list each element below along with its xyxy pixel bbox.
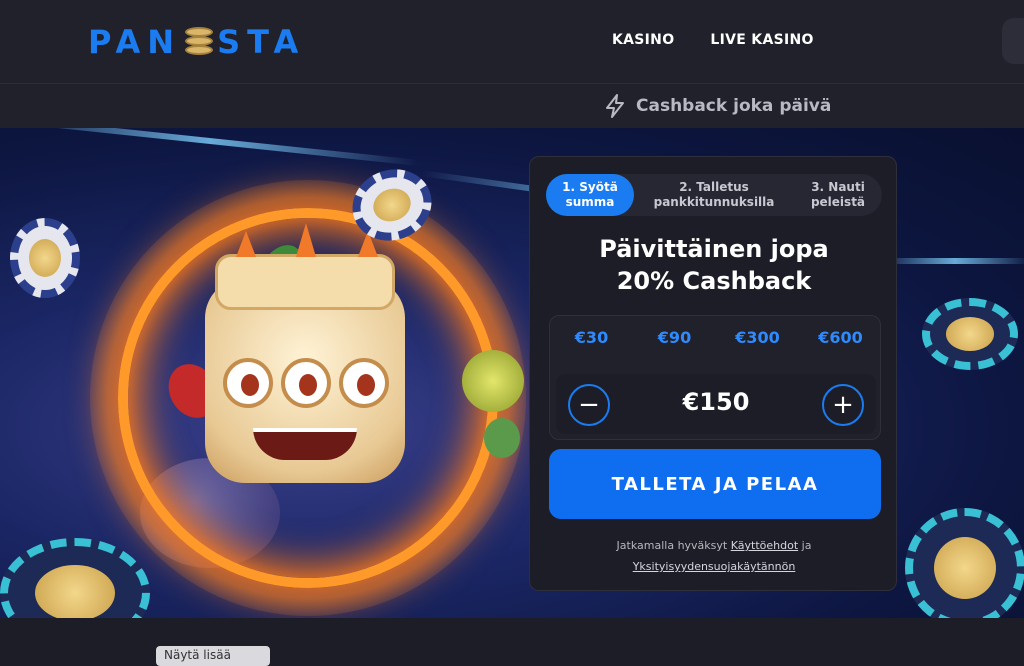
- step-enjoy-games[interactable]: 3. Nauti peleistä: [794, 174, 882, 216]
- privacy-policy-link[interactable]: Yksityisyydensuojakäytännön: [633, 560, 796, 573]
- terms-prefix: Jatkamalla hyväksyt: [616, 539, 728, 552]
- yellow-creature: [462, 350, 524, 412]
- lightning-icon: [606, 94, 624, 118]
- main-nav: KASINO LIVE KASINO: [612, 32, 814, 48]
- step-bank-deposit[interactable]: 2. Talletus pankkitunnuksilla: [634, 174, 794, 216]
- cashback-banner: Cashback joka päivä: [604, 94, 831, 118]
- card-title: Päivittäinen jopa 20% Cashback: [530, 233, 898, 297]
- terms-of-use-link[interactable]: Käyttöehdot: [731, 539, 798, 552]
- casino-chip: [0, 538, 150, 618]
- preset-600-button[interactable]: €600: [806, 328, 876, 347]
- show-more-button[interactable]: Näytä lisää: [156, 646, 270, 666]
- site-header: PAN STA KASINO LIVE KASINO: [0, 0, 1024, 84]
- promo-bar: Cashback joka päivä: [0, 84, 1024, 128]
- card-title-line2: 20% Cashback: [616, 267, 812, 295]
- deposit-card: 1. Syötä summa 2. Talletus pankkitunnuks…: [529, 156, 897, 591]
- coin-stack-icon: [185, 25, 214, 59]
- terms-text: Jatkamalla hyväksyt Käyttöehdot ja Yksit…: [530, 535, 898, 577]
- terms-and: ja: [801, 539, 812, 552]
- preset-90-button[interactable]: €90: [640, 328, 710, 347]
- header-action-button[interactable]: [1002, 18, 1024, 64]
- increase-amount-button[interactable]: +: [822, 384, 864, 426]
- nav-kasino[interactable]: KASINO: [612, 32, 674, 48]
- cashback-text: Cashback joka päivä: [636, 96, 832, 116]
- light-beam: [0, 128, 420, 166]
- card-title-line1: Päivittäinen jopa: [599, 235, 829, 263]
- small-green-creature: [484, 418, 520, 458]
- amount-selector: €30 €90 €300 €600 − €150 +: [549, 315, 881, 440]
- panosta-logo[interactable]: PAN STA: [88, 22, 305, 62]
- page-footer-area: Näytä lisää: [0, 618, 1024, 666]
- preset-300-button[interactable]: €300: [723, 328, 793, 347]
- casino-chip: [922, 298, 1018, 370]
- preset-30-button[interactable]: €30: [557, 328, 627, 347]
- monster-mascot: [205, 223, 405, 483]
- deposit-and-play-button[interactable]: TALLETA JA PELAA: [549, 449, 881, 519]
- preset-amounts: €30 €90 €300 €600: [550, 328, 882, 347]
- crown: [215, 223, 395, 310]
- amount-stepper: − €150 +: [556, 374, 876, 434]
- casino-chip: [905, 508, 1024, 618]
- deposit-steps: 1. Syötä summa 2. Talletus pankkitunnuks…: [546, 174, 882, 216]
- casino-chip: [10, 218, 80, 298]
- step-enter-amount[interactable]: 1. Syötä summa: [546, 174, 634, 216]
- light-beam: [880, 258, 1024, 264]
- nav-live-kasino[interactable]: LIVE KASINO: [710, 32, 813, 48]
